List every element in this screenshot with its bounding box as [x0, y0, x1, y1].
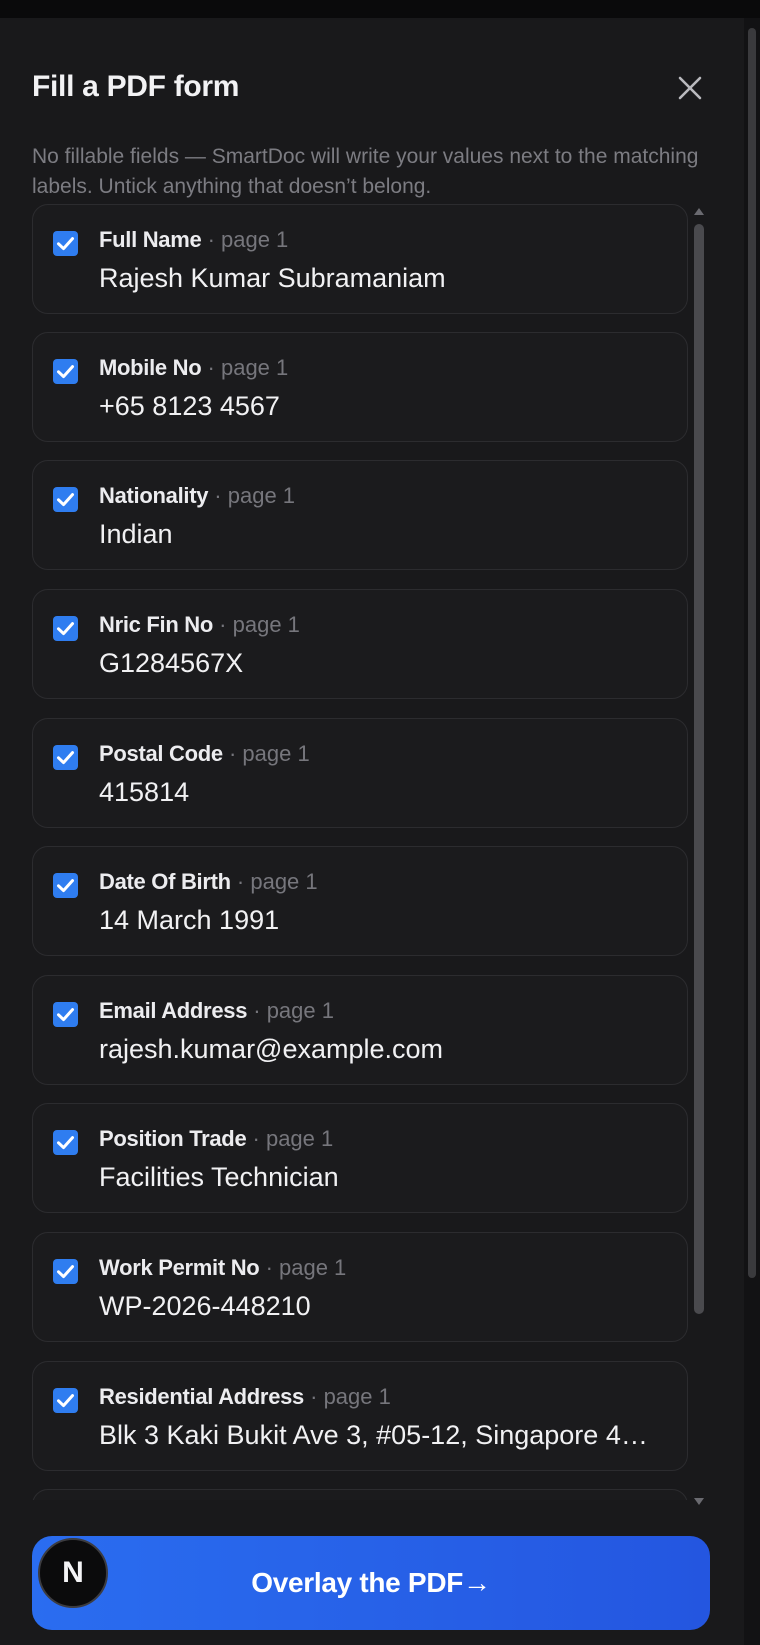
- avatar-letter: N: [62, 1556, 84, 1589]
- field-label: Position Trade: [99, 1126, 247, 1151]
- field-list[interactable]: Full Name · page 1 Rajesh Kumar Subraman…: [32, 204, 690, 1500]
- field-page: · page 1: [253, 998, 334, 1023]
- scroll-down-arrow-icon[interactable]: [694, 1498, 704, 1505]
- field-header: Nationality · page 1: [99, 483, 295, 509]
- field-card-mobile-no: Mobile No · page 1 +65 8123 4567: [32, 332, 688, 442]
- field-value: Blk 3 Kaki Bukit Ave 3, #05-12, Singapor…: [99, 1420, 648, 1450]
- scroll-up-arrow-icon[interactable]: [694, 208, 704, 215]
- field-value: Rajesh Kumar Subramaniam: [99, 263, 446, 293]
- overlay-pdf-button[interactable]: Overlay the PDF→: [32, 1536, 710, 1630]
- panel-scrollbar[interactable]: [744, 18, 760, 1645]
- field-page: · page 1: [310, 1384, 391, 1409]
- field-checkbox[interactable]: [53, 231, 78, 256]
- field-card-work-permit-no: Work Permit No · page 1 WP-2026-448210: [32, 1232, 688, 1342]
- field-page: · page 1: [214, 483, 296, 508]
- field-header: Nric Fin No · page 1: [99, 612, 300, 638]
- dialog-subtitle: No fillable fields — SmartDoc will write…: [32, 145, 699, 198]
- field-header: Work Permit No · page 1: [99, 1255, 346, 1281]
- close-button[interactable]: [672, 70, 708, 106]
- check-icon: [57, 879, 74, 893]
- field-page: · page 1: [252, 1126, 334, 1151]
- field-label: Nric Fin No: [99, 612, 214, 637]
- field-card-postal-code: Postal Code · page 1 415814: [32, 718, 688, 828]
- check-icon: [57, 237, 74, 251]
- check-icon: [57, 622, 74, 636]
- check-icon: [57, 365, 74, 379]
- field-checkbox[interactable]: [53, 616, 78, 641]
- field-header: Mobile No · page 1: [99, 355, 288, 381]
- field-card-nationality: Nationality · page 1 Indian: [32, 460, 688, 570]
- check-icon: [57, 1394, 74, 1408]
- field-value: rajesh.kumar@example.com: [99, 1034, 444, 1064]
- field-label: Residential Address: [99, 1384, 304, 1409]
- check-icon: [57, 751, 74, 765]
- field-page: · page 1: [265, 1255, 347, 1280]
- field-value: 415814: [99, 777, 190, 807]
- field-page: · page 1: [219, 612, 300, 637]
- field-checkbox[interactable]: [53, 1388, 78, 1413]
- field-page: · page 1: [228, 741, 310, 766]
- field-card-partial: [32, 1489, 688, 1500]
- field-card-date-of-birth: Date Of Birth · page 1 14 March 1991: [32, 846, 688, 956]
- field-page: · page 1: [236, 869, 318, 894]
- field-card-full-name: Full Name · page 1 Rajesh Kumar Subraman…: [32, 204, 688, 314]
- field-header: Residential Address · page 1: [99, 1384, 391, 1410]
- check-icon: [57, 1008, 74, 1022]
- field-card-nric-fin-no: Nric Fin No · page 1 G1284567X: [32, 589, 688, 699]
- field-header: Postal Code · page 1: [99, 741, 310, 767]
- field-header: Position Trade · page 1: [99, 1126, 333, 1152]
- check-icon: [57, 1136, 74, 1150]
- field-checkbox[interactable]: [53, 1002, 78, 1027]
- overlay-pdf-button-label: Overlay the PDF→: [251, 1567, 491, 1598]
- field-checkbox[interactable]: [53, 1130, 78, 1155]
- field-value: G1284567X: [99, 648, 244, 678]
- dialog-title: Fill a PDF form: [32, 70, 240, 103]
- field-label: Email Address: [99, 998, 248, 1023]
- field-label: Work Permit No: [99, 1255, 260, 1280]
- field-label: Nationality: [99, 483, 209, 508]
- avatar[interactable]: N: [38, 1538, 108, 1608]
- field-checkbox[interactable]: [53, 1259, 78, 1284]
- field-checkbox[interactable]: [53, 745, 78, 770]
- field-page: · page 1: [207, 355, 289, 380]
- panel-scroll-thumb[interactable]: [748, 28, 756, 1278]
- field-label: Date Of Birth: [99, 869, 231, 894]
- field-value: 14 March 1991: [99, 905, 280, 935]
- field-page: · page 1: [207, 227, 289, 252]
- field-checkbox[interactable]: [53, 359, 78, 384]
- field-value: Indian: [99, 519, 173, 549]
- check-icon: [57, 493, 74, 507]
- field-card-position-trade: Position Trade · page 1 Facilities Techn…: [32, 1103, 688, 1213]
- field-list-scroll-thumb[interactable]: [694, 224, 704, 1314]
- field-label: Full Name: [99, 227, 202, 252]
- field-checkbox[interactable]: [53, 487, 78, 512]
- check-icon: [57, 1265, 74, 1279]
- field-header: Full Name · page 1: [99, 227, 288, 253]
- field-header: Date Of Birth · page 1: [99, 869, 318, 895]
- top-strip: [0, 0, 760, 18]
- field-label: Postal Code: [99, 741, 223, 766]
- field-checkbox[interactable]: [53, 873, 78, 898]
- field-value: +65 8123 4567: [99, 391, 280, 421]
- field-header: Email Address · page 1: [99, 998, 334, 1024]
- close-icon: [678, 76, 702, 100]
- field-list-scrollbar[interactable]: [692, 206, 706, 1505]
- field-label: Mobile No: [99, 355, 202, 380]
- field-value: Facilities Technician: [99, 1162, 339, 1192]
- field-card-email-address: Email Address · page 1 rajesh.kumar@exam…: [32, 975, 688, 1085]
- field-value: WP-2026-448210: [99, 1291, 311, 1321]
- field-card-residential-address: Residential Address · page 1 Blk 3 Kaki …: [32, 1361, 688, 1471]
